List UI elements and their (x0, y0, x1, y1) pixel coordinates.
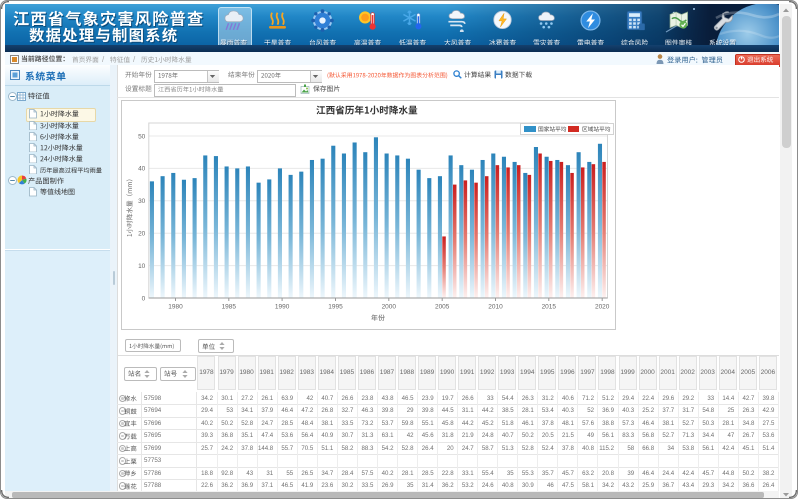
svg-text:2000: 2000 (382, 304, 397, 311)
svg-text:0: 0 (142, 295, 146, 302)
svg-text:1995: 1995 (328, 304, 343, 311)
svg-text:2020: 2020 (595, 304, 610, 311)
svg-text:2010: 2010 (488, 304, 503, 311)
svg-text:1985: 1985 (222, 304, 237, 311)
svg-text:1990: 1990 (275, 304, 290, 311)
svg-text:2015: 2015 (542, 304, 557, 311)
svg-text:30: 30 (138, 198, 146, 205)
svg-text:40: 40 (138, 166, 146, 173)
svg-text:1980: 1980 (168, 304, 183, 311)
svg-text:50: 50 (138, 133, 146, 140)
svg-text:2005: 2005 (435, 304, 450, 311)
svg-text:10: 10 (138, 263, 146, 270)
svg-text:20: 20 (138, 231, 146, 238)
